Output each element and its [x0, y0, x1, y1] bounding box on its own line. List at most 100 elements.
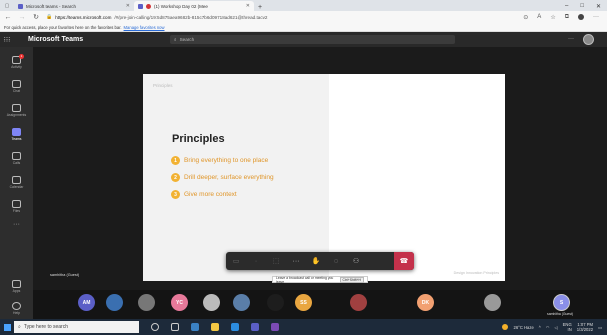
search-icon: ⌕ [174, 37, 177, 42]
favorites-icon[interactable]: ☆ [550, 14, 555, 21]
weather-text[interactable]: 26°C Haze [513, 325, 533, 330]
url-host: https://teams.microsoft.com [55, 14, 112, 20]
weather-icon[interactable] [502, 324, 509, 330]
tooltip-text: Leave a broadcast call or meeting you le… [276, 275, 334, 284]
participant-avatar[interactable] [233, 294, 250, 311]
taskbar-search-input[interactable]: ⌕ Type here to search [14, 321, 139, 333]
volume-icon[interactable]: ◁ [554, 325, 557, 330]
browser-tab-teams[interactable]: (1) Workshop Day 02 (Mee ✕ [134, 1, 254, 11]
rail-item-help[interactable]: Help [0, 297, 33, 319]
participant-avatar[interactable]: YC [171, 294, 188, 311]
more-options-icon[interactable]: ··· [568, 36, 574, 42]
profile-icon[interactable] [578, 13, 584, 20]
participant-avatar[interactable]: SS [295, 294, 312, 311]
rail-label: Help [13, 310, 20, 315]
close-icon[interactable]: ✕ [126, 3, 130, 9]
rail-label: Calls [12, 160, 21, 165]
maximize-button[interactable]: □ [580, 3, 584, 9]
mic-icon[interactable]: · [246, 252, 266, 270]
rail-item-files[interactable]: Files [0, 195, 33, 217]
new-tab-button[interactable]: + [254, 4, 266, 11]
camera-icon[interactable]: ▭ [226, 252, 246, 270]
file-explorer-icon[interactable] [211, 323, 219, 331]
participants-icon[interactable]: ⚇ [346, 252, 366, 270]
rail-item-activity[interactable]: 1 Activity [0, 51, 33, 73]
self-avatar[interactable]: S [553, 294, 570, 311]
backpack-icon [12, 103, 21, 112]
browser-tab-search[interactable]: Microsoft teams - Search ✕ [14, 1, 134, 11]
bullet-text: Bring everything to one place [184, 157, 269, 164]
url-input[interactable]: 🔒 https://teams.microsoft.com/#/pre-join… [46, 13, 517, 21]
refresh-icon[interactable]: ↻ [32, 13, 40, 21]
notification-badge: 1 [19, 53, 24, 59]
leave-call-button[interactable]: ☎ [394, 252, 414, 270]
store-icon[interactable] [231, 323, 239, 331]
more-apps-icon[interactable]: ··· [0, 221, 33, 228]
apps-icon [12, 279, 21, 288]
chat-icon[interactable]: ◌ [326, 252, 346, 270]
rail-item-calendar[interactable]: Calendar [0, 171, 33, 193]
tab-actions-icon[interactable]: ▢ [0, 1, 14, 11]
tray-chevron-icon[interactable]: ^ [539, 325, 541, 330]
start-button[interactable] [0, 319, 14, 335]
language-indicator[interactable]: ENG IN [563, 322, 572, 332]
rail-item-assignments[interactable]: Assignments [0, 99, 33, 121]
collections-icon[interactable]: ⧉ [565, 14, 569, 21]
windows-icon [3, 323, 11, 331]
tab-label: (1) Workshop Day 02 (Mee [154, 3, 208, 9]
notifications-icon[interactable]: ▭ [598, 325, 602, 330]
app-icon[interactable] [271, 323, 279, 331]
windows-taskbar: ⌕ Type here to search 26°C Haze ^ ◠ ◁ EN… [0, 319, 607, 335]
rail-item-apps[interactable]: Apps [0, 275, 33, 297]
more-actions-icon[interactable]: ··· [286, 252, 306, 270]
participant-avatar[interactable] [484, 294, 501, 311]
raise-hand-icon[interactable]: ✋ [306, 252, 326, 270]
task-view-icon[interactable] [171, 323, 179, 331]
share-icon[interactable]: ⬚ [266, 252, 286, 270]
camera-permission-icon[interactable]: ⊙ [523, 14, 528, 21]
cortana-icon[interactable] [151, 323, 159, 331]
search-input[interactable]: ⌕ Search [170, 35, 455, 44]
recording-icon [146, 3, 151, 9]
participant-avatar[interactable]: DK [417, 294, 434, 311]
back-icon[interactable]: ← [4, 14, 12, 21]
minimize-button[interactable]: – [565, 3, 568, 9]
rail-label: Apps [12, 288, 21, 293]
settings-more-icon[interactable]: ··· [593, 14, 599, 21]
shared-slide: Principles Principles 1 Bring everything… [143, 74, 505, 281]
chat-icon [12, 79, 21, 88]
participant-avatar[interactable] [106, 294, 123, 311]
tooltip-shortcut: Ctrl+Shift+H [339, 276, 364, 283]
rail-item-teams[interactable]: Teams [0, 123, 33, 145]
participant-avatar[interactable] [203, 294, 220, 311]
user-avatar[interactable] [583, 34, 594, 45]
teams-taskbar-icon[interactable] [251, 323, 259, 331]
browser-tab-strip: ▢ Microsoft teams - Search ✕ (1) Worksho… [0, 0, 607, 11]
network-icon[interactable]: ◠ [546, 325, 550, 330]
edge-icon[interactable] [191, 323, 199, 331]
bing-icon [18, 3, 23, 9]
manage-favorites-link[interactable]: Manage favorites now [124, 25, 165, 30]
participant-avatar[interactable] [267, 294, 284, 311]
slide-footer: Design Innovation Principles [453, 271, 499, 275]
system-tray: 26°C Haze ^ ◠ ◁ ENG IN 1:07 PM 1/3/2022 … [502, 322, 607, 332]
lock-icon[interactable]: 🔒 [46, 14, 52, 20]
participant-avatar[interactable] [138, 294, 155, 311]
forward-icon[interactable]: → [18, 14, 26, 21]
read-aloud-icon[interactable]: A [537, 14, 541, 21]
close-icon[interactable]: ✕ [246, 3, 250, 9]
participant-avatar[interactable] [350, 294, 367, 311]
taskbar-apps [151, 323, 279, 331]
rail-item-chat[interactable]: Chat [0, 75, 33, 97]
teams-icon [138, 3, 143, 9]
participant-avatar[interactable]: AM [78, 294, 95, 311]
presenter-name: samhitha (Guest) [50, 273, 80, 277]
bullet-text: Give more context [184, 191, 237, 198]
app-launcher-icon[interactable]: ⁝⁝⁝ [0, 36, 14, 44]
participants-strip: AM YC SS DK S samhitha (Guest) [33, 290, 607, 319]
close-window-button[interactable]: ✕ [596, 3, 601, 10]
window-controls: – □ ✕ [565, 1, 607, 11]
rail-item-calls[interactable]: Calls [0, 147, 33, 169]
rail-label: Calendar [9, 184, 24, 189]
clock[interactable]: 1:07 PM 1/3/2022 [577, 322, 593, 332]
